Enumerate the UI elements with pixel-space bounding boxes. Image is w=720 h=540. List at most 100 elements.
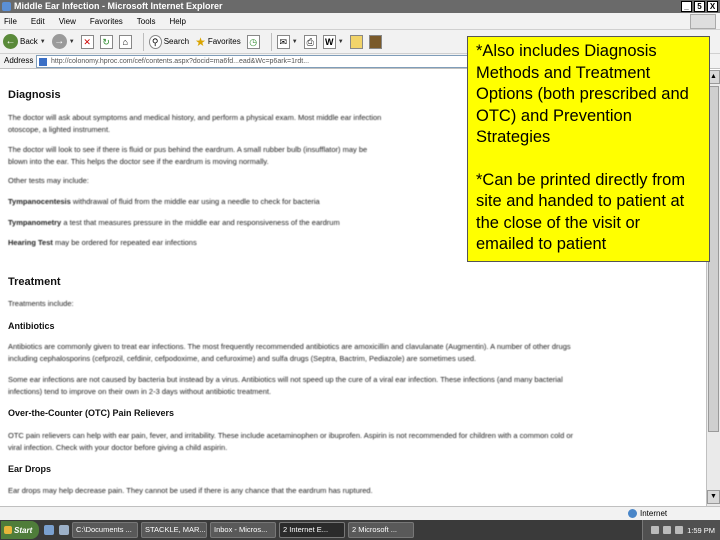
menu-file[interactable]: File: [4, 17, 17, 26]
ear-drops-text-line: Ear drops may help decrease pain. They c…: [8, 486, 373, 495]
menu-favorites[interactable]: Favorites: [90, 17, 123, 26]
annotation-spacer: [476, 149, 701, 170]
otc-heading: Over-the-Counter (OTC) Pain Relievers: [8, 408, 175, 418]
tray-icon[interactable]: [651, 526, 660, 534]
diagnosis-text-line: otoscope, a lighted instrument.: [8, 125, 111, 134]
treatments-include-label: Treatments include:: [8, 299, 74, 308]
close-button[interactable]: X: [707, 1, 718, 12]
print-button[interactable]: ⎙: [303, 34, 317, 49]
annotation-box: *Also includes Diagnosis Methods and Tre…: [467, 36, 710, 262]
start-button[interactable]: Start: [1, 521, 39, 539]
quick-launch-ie-icon[interactable]: [44, 525, 54, 535]
antibiotics-heading: Antibiotics: [8, 321, 55, 331]
address-url: http://colonomy.hproc.com/cef/contents.a…: [51, 58, 310, 65]
taskbar-item-explorer[interactable]: C:\Documents ...: [72, 522, 138, 538]
menu-tools[interactable]: Tools: [137, 17, 156, 26]
taskbar-item-inbox[interactable]: Inbox - Micros...: [210, 522, 276, 538]
chevron-down-icon: ▼: [39, 38, 46, 45]
address-input[interactable]: http://colonomy.hproc.com/cef/contents.a…: [36, 55, 476, 68]
taskbar-item-internet-explorer[interactable]: 2 Internet E...: [279, 522, 345, 538]
word-icon: W: [322, 34, 336, 49]
refresh-button[interactable]: ↻: [99, 34, 113, 49]
favorites-button[interactable]: ★ Favorites: [195, 35, 241, 49]
search-button[interactable]: ⚲ Search: [148, 34, 190, 49]
mail-button[interactable]: ✉ ▼: [276, 34, 298, 49]
back-button[interactable]: ← Back ▼: [3, 34, 46, 49]
antibiotics-text-line: Antibiotics are commonly given to treat …: [8, 342, 571, 351]
scroll-down-button[interactable]: ▼: [707, 490, 720, 504]
favorites-label: Favorites: [207, 37, 241, 46]
menu-bar: File Edit View Favorites Tools Help: [0, 13, 720, 30]
star-icon: ★: [195, 34, 206, 49]
home-icon: ⌂: [118, 34, 132, 49]
otc-text-line: OTC pain relievers can help with ear pai…: [8, 431, 574, 440]
folder-button[interactable]: [349, 34, 363, 49]
diagnosis-heading: Diagnosis: [8, 89, 61, 101]
history-icon: ◷: [246, 34, 260, 49]
tympanometry-text: a test that measures pressure in the mid…: [63, 218, 340, 227]
ear-drops-heading: Ear Drops: [8, 464, 52, 474]
ie-window-icon: [2, 2, 11, 11]
taskbar-item-microsoft[interactable]: 2 Microsoft ...: [348, 522, 414, 538]
window-title: Middle Ear Infection - Microsoft Interne…: [14, 1, 223, 11]
folder-icon: [349, 34, 363, 49]
restore-button[interactable]: 5: [694, 1, 705, 12]
search-label: Search: [163, 37, 190, 46]
chevron-down-icon: ▼: [68, 38, 75, 45]
refresh-icon: ↻: [99, 34, 113, 49]
tympanometry-item: Tympanometry a test that measures pressu…: [8, 218, 340, 227]
tray-icon[interactable]: [675, 526, 684, 534]
clock: 1:59 PM: [687, 525, 715, 535]
home-button[interactable]: ⌂: [118, 34, 132, 49]
back-label: Back: [20, 37, 38, 46]
stop-button[interactable]: ✕: [80, 34, 94, 49]
forward-arrow-icon: →: [51, 34, 67, 49]
system-tray: 1:59 PM: [642, 520, 720, 540]
diagnosis-text-line: The doctor will ask about symptoms and m…: [8, 113, 382, 122]
annotation-paragraph: *Can be printed directly from site and h…: [476, 170, 686, 254]
chevron-down-icon: ▼: [337, 38, 344, 45]
menu-view[interactable]: View: [59, 17, 76, 26]
zone-label: Internet: [640, 509, 668, 518]
edit-button[interactable]: W ▼: [322, 34, 344, 49]
printer-icon: ⎙: [303, 34, 317, 49]
toolbar-divider: [270, 32, 272, 51]
other-tests-label: Other tests may include:: [8, 176, 89, 185]
tympanocentesis-text: withdrawal of fluid from the middle ear …: [72, 197, 320, 206]
start-label: Start: [14, 525, 33, 535]
toolbar-divider: [142, 32, 144, 51]
back-arrow-icon: ←: [3, 34, 18, 49]
taskbar: Start C:\Documents ... STACKLE, MAR... I…: [0, 520, 720, 540]
tympanocentesis-title: Tympanocentesis: [8, 197, 71, 206]
taskbar-item-stackle[interactable]: STACKLE, MAR...: [141, 522, 207, 538]
menu-help[interactable]: Help: [169, 17, 185, 26]
quick-launch-desktop-icon[interactable]: [59, 525, 69, 535]
treatment-heading: Treatment: [8, 276, 61, 288]
hearing-test-text: may be ordered for repeated ear infectio…: [54, 238, 197, 247]
status-bar: Internet: [0, 506, 720, 520]
chevron-down-icon: ▼: [291, 38, 298, 45]
antibiotics-text-line: Some ear infections are not caused by ba…: [8, 375, 563, 384]
windows-logo-icon: [690, 14, 716, 29]
annotation-paragraph: *Also includes Diagnosis Methods and Tre…: [476, 42, 689, 146]
antibiotics-text-line: including cephalosporins (cefprozil, cef…: [8, 354, 477, 363]
window-controls: _ 5 X: [681, 1, 718, 12]
diagnosis-text-line: The doctor will look to see if there is …: [8, 145, 368, 154]
history-button[interactable]: ◷: [246, 34, 260, 49]
globe-icon: [628, 509, 637, 518]
menu-edit[interactable]: Edit: [31, 17, 45, 26]
stop-icon: ✕: [80, 34, 94, 49]
search-icon: ⚲: [148, 34, 162, 49]
security-zone: Internet: [628, 509, 667, 518]
tray-icon[interactable]: [663, 526, 672, 534]
tympanocentesis-item: Tympanocentesis withdrawal of fluid from…: [8, 197, 320, 206]
hearing-test-item: Hearing Test may be ordered for repeated…: [8, 238, 197, 247]
otc-text-line: viral infection. Check with your doctor …: [8, 443, 228, 452]
antibiotics-text-line: infections) tend to improve on their own…: [8, 387, 272, 396]
forward-button[interactable]: → ▼: [51, 34, 75, 49]
research-button[interactable]: [368, 34, 382, 49]
windows-flag-icon: [4, 526, 12, 534]
minimize-button[interactable]: _: [681, 1, 692, 12]
hearing-test-title: Hearing Test: [8, 238, 53, 247]
title-bar: Middle Ear Infection - Microsoft Interne…: [0, 0, 720, 13]
